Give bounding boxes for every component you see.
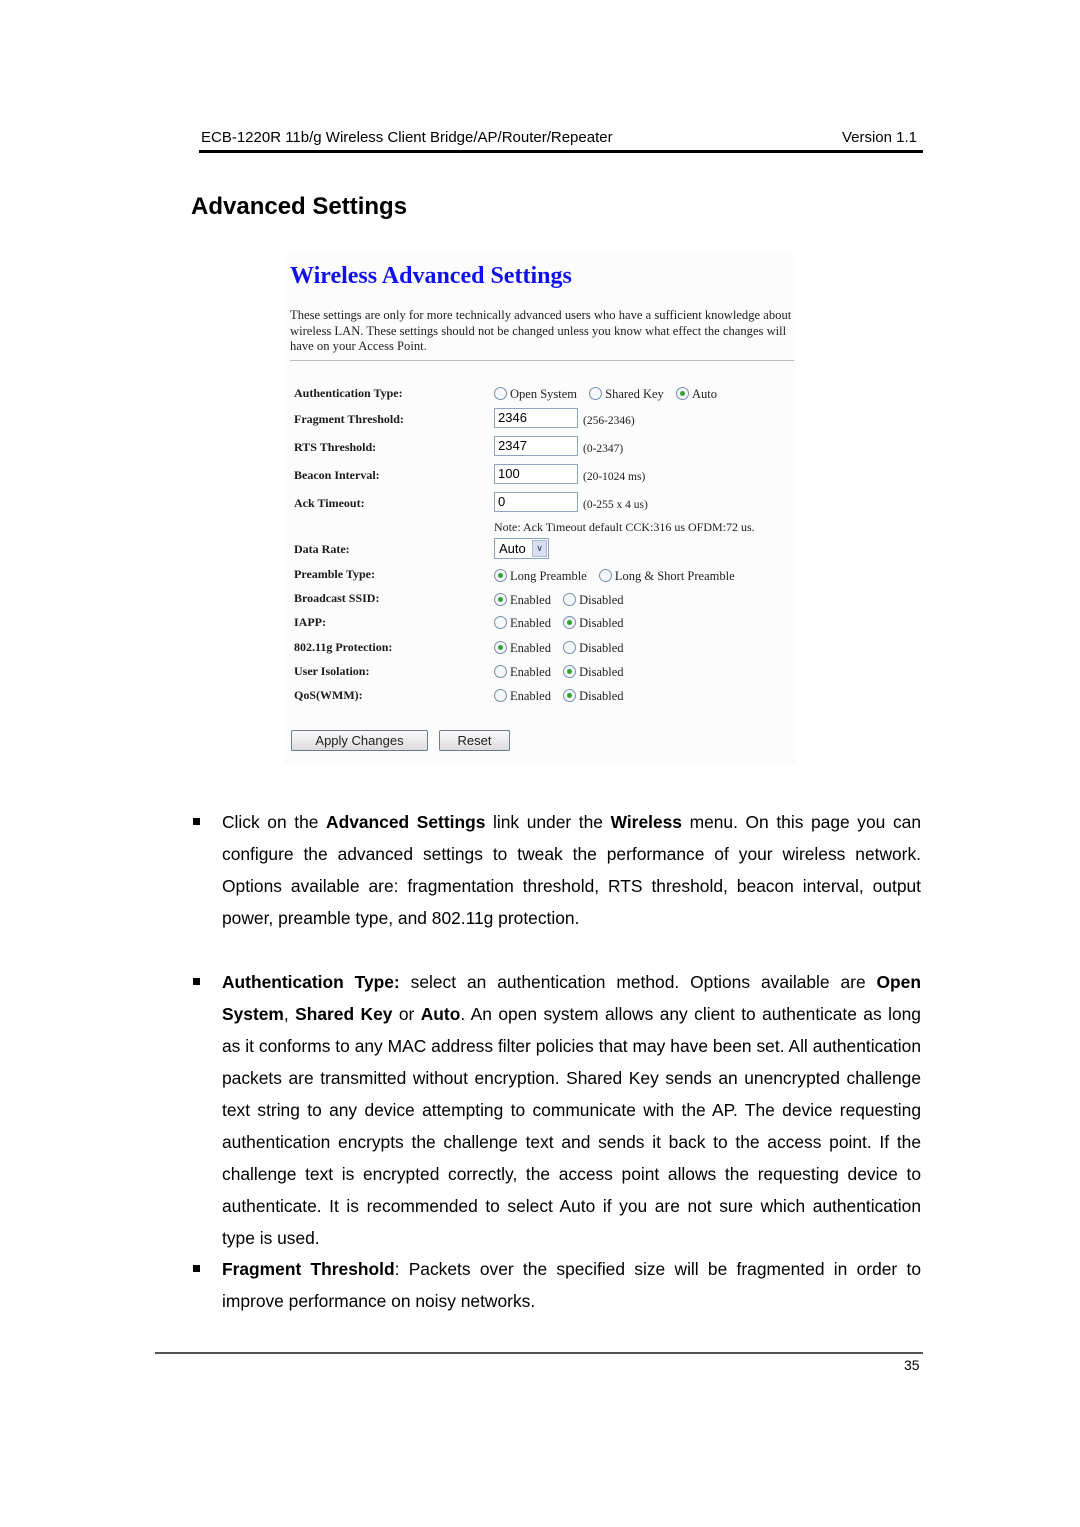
beacon-interval-label: Beacon Interval: [294,468,380,482]
footer-rule [155,1352,923,1354]
rts-threshold-label: RTS Threshold: [294,440,377,454]
iapp-disabled-option[interactable]: Disabled [563,616,624,630]
ack-timeout-input[interactable]: 0 [494,492,578,512]
iapp-label: IAPP: [294,615,326,629]
screenshot-title: Wireless Advanced Settings [290,263,572,289]
bullet-icon [193,1265,200,1272]
preamble-type-label: Preamble Type: [294,567,375,581]
protection-label: 802.11g Protection: [294,640,393,654]
radio-selected-icon [675,387,689,400]
divider [290,360,794,361]
ack-timeout-range: (0-255 x 4 us) [583,499,648,511]
radio-selected-icon [494,641,507,654]
fragment-threshold-input[interactable]: 2346 [494,408,578,428]
radio-icon [494,689,507,702]
data-rate-label: Data Rate: [294,542,350,556]
beacon-interval-input[interactable]: 100 [494,464,578,484]
auth-auto-option[interactable]: Auto [675,387,717,401]
bullet-icon [193,818,200,825]
radio-icon [598,569,612,582]
bullet-icon [193,978,200,985]
isolation-enabled-option[interactable]: Enabled [494,665,551,679]
user-isolation-radio-group: Enabled Disabled [494,665,633,680]
wireless-advanced-settings-screenshot: Wireless Advanced Settings These setting… [283,254,797,764]
broadcast-ssid-radio-group: Enabled Disabled [494,593,633,608]
qos-label: QoS(WMM): [294,688,363,702]
radio-selected-icon [494,593,507,606]
section-title: Advanced Settings [191,193,408,220]
radio-selected-icon [563,689,577,702]
qos-enabled-option[interactable]: Enabled [494,689,551,703]
rts-threshold-input[interactable]: 2347 [494,436,578,456]
auth-shared-key-option[interactable]: Shared Key [589,387,664,401]
beacon-interval-range: (20-1024 ms) [583,471,646,483]
radio-icon [494,665,507,678]
fragment-threshold-range: (256-2346) [583,415,635,427]
protection-enabled-option[interactable]: Enabled [494,641,551,655]
radio-icon [494,616,507,629]
isolation-disabled-option[interactable]: Disabled [563,665,624,679]
protection-radio-group: Enabled Disabled [494,641,633,656]
page-number: 35 [904,1357,920,1373]
iapp-enabled-option[interactable]: Enabled [494,616,551,630]
paragraph-authentication-type: Authentication Type: select an authentic… [222,972,921,1248]
paragraph-intro: Click on the Advanced Settings link unde… [222,812,921,928]
preamble-long-option[interactable]: Long Preamble [494,569,587,583]
paragraph-fragment-threshold: Fragment Threshold: Packets over the spe… [222,1259,922,1311]
broadcast-ssid-enabled-option[interactable]: Enabled [494,593,551,607]
iapp-radio-group: Enabled Disabled [494,616,633,631]
broadcast-ssid-disabled-option[interactable]: Disabled [563,593,624,607]
data-rate-select[interactable]: Auto ∨ [494,538,549,559]
radio-selected-icon [563,665,577,678]
radio-icon [563,593,577,606]
ack-timeout-note: Note: Ack Timeout default CCK:316 us OFD… [494,520,755,534]
radio-selected-icon [494,569,507,582]
radio-icon [589,387,603,400]
document-version: Version 1.1 [841,129,917,146]
auth-open-system-option[interactable]: Open System [494,387,577,401]
chevron-down-icon[interactable]: ∨ [532,540,547,557]
preamble-type-radio-group: Long Preamble Long & Short Preamble [494,569,744,584]
page-header: ECB-1220R 11b/g Wireless Client Bridge/A… [199,128,923,153]
fragment-threshold-label: Fragment Threshold: [294,412,404,426]
auth-type-label: Authentication Type: [294,386,403,400]
apply-changes-button[interactable]: Apply Changes [291,730,428,751]
data-rate-value: Auto [499,541,526,556]
qos-radio-group: Enabled Disabled [494,689,633,704]
radio-selected-icon [563,616,577,629]
preamble-long-short-option[interactable]: Long & Short Preamble [598,569,735,583]
broadcast-ssid-label: Broadcast SSID: [294,591,380,605]
user-isolation-label: User Isolation: [294,664,370,678]
auth-type-radio-group: Open System Shared Key Auto [494,387,726,402]
product-name: ECB-1220R 11b/g Wireless Client Bridge/A… [201,129,613,146]
radio-icon [563,641,577,654]
radio-icon [494,387,507,400]
reset-button[interactable]: Reset [439,730,510,751]
qos-disabled-option[interactable]: Disabled [563,689,624,703]
protection-disabled-option[interactable]: Disabled [563,641,624,655]
screenshot-description: These settings are only for more technic… [290,308,792,354]
rts-threshold-range: (0-2347) [583,443,624,455]
ack-timeout-label: Ack Timeout: [294,496,365,510]
